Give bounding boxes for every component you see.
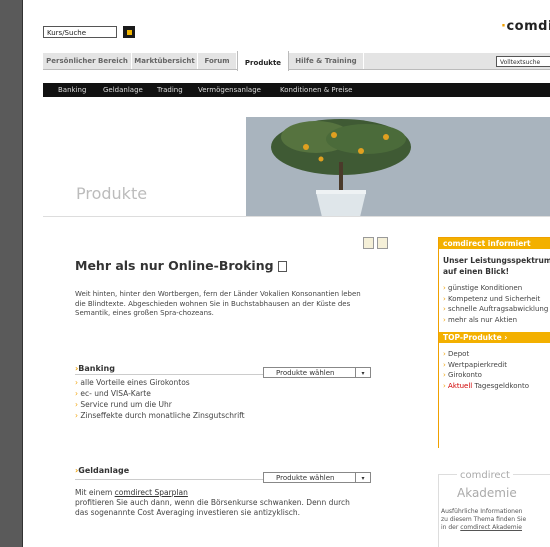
list-item: Service rund um die Uhr bbox=[75, 399, 245, 410]
banner-plant-image bbox=[246, 117, 550, 217]
top-products-header[interactable]: TOP-Produkte › bbox=[439, 332, 550, 343]
section-title-geldanlage: ›Geldanlage bbox=[75, 466, 130, 475]
sub-navigation: Banking Geldanlage Trading Vermögensanla… bbox=[43, 83, 550, 97]
header: Kurs/Suche ·comdirect bbox=[23, 4, 550, 46]
subnav-trading[interactable]: Trading bbox=[157, 83, 183, 97]
chevron-down-icon: ▾ bbox=[355, 368, 370, 377]
akademie-link[interactable]: comdirect Akademie bbox=[460, 524, 522, 531]
list-item[interactable]: Girokonto bbox=[443, 370, 550, 381]
sparplan-link[interactable]: comdirect Sparplan bbox=[115, 488, 188, 497]
search-go-icon[interactable] bbox=[123, 26, 135, 38]
geldanlage-product-select[interactable]: Produkte wählen ▾ bbox=[263, 472, 371, 483]
page-title: Produkte bbox=[76, 184, 148, 203]
list-item[interactable]: Wertpapierkredit bbox=[443, 360, 550, 371]
page-icon[interactable] bbox=[277, 261, 287, 272]
subnav-vermoegensanlage[interactable]: Vermögensanlage bbox=[198, 83, 261, 97]
list-item[interactable]: günstige Konditionen bbox=[443, 283, 550, 294]
list-item[interactable]: Aktuell Tagesgeldkonto bbox=[443, 381, 550, 392]
subnav-banking[interactable]: Banking bbox=[58, 83, 86, 97]
list-item[interactable]: Kompetenz und Sicherheit bbox=[443, 294, 550, 305]
page: Kurs/Suche ·comdirect Persönlicher Berei… bbox=[22, 0, 550, 547]
print-icon[interactable] bbox=[363, 237, 374, 249]
list-item[interactable]: Depot bbox=[443, 349, 550, 360]
tab-marktuebersicht[interactable]: Marktübersicht bbox=[132, 53, 198, 69]
subnav-geldanlage[interactable]: Geldanlage bbox=[103, 83, 143, 97]
subnav-konditionen-preise[interactable]: Konditionen & Preise bbox=[280, 83, 352, 97]
quote-search-input[interactable]: Kurs/Suche bbox=[43, 26, 117, 38]
divider bbox=[43, 216, 550, 217]
banking-product-select[interactable]: Produkte wählen ▾ bbox=[263, 367, 371, 378]
fulltext-search-input[interactable]: Volltextsuche bbox=[496, 56, 550, 67]
info-box: comdirect informiert Unser Leistungsspek… bbox=[438, 237, 550, 448]
tab-hilfe-training[interactable]: Hilfe & Training bbox=[289, 53, 364, 69]
article-headline: Mehr als nur Online-Broking bbox=[75, 258, 287, 273]
info-box-header: comdirect informiert bbox=[439, 238, 550, 249]
article-intro: Weit hinten, hinter den Wortbergen, fern… bbox=[75, 290, 361, 317]
akademie-box: comdirect Akademie Ausführliche Informat… bbox=[438, 470, 550, 547]
comdirect-logo[interactable]: ·comdirect bbox=[501, 19, 550, 34]
akademie-text: Ausführliche Informationen zu diesem The… bbox=[441, 508, 527, 531]
geldanlage-text: Mit einem comdirect Sparplan profitieren… bbox=[75, 488, 350, 517]
list-item[interactable]: mehr als nur Aktien bbox=[443, 315, 550, 326]
main-tabs: Persönlicher Bereich Marktübersicht Foru… bbox=[43, 51, 550, 71]
tab-forum[interactable]: Forum bbox=[198, 53, 237, 69]
akademie-brand: comdirect bbox=[457, 470, 513, 481]
save-icon[interactable] bbox=[377, 237, 388, 249]
top-products-list: Depot Wertpapierkredit Girokonto Aktuell… bbox=[439, 343, 550, 391]
tab-produkte[interactable]: Produkte bbox=[237, 51, 289, 71]
info-box-list: günstige Konditionen Kompetenz und Siche… bbox=[439, 277, 550, 325]
list-item[interactable]: schnelle Auftragsabwicklung bbox=[443, 304, 550, 315]
list-item: ec- und VISA-Karte bbox=[75, 388, 245, 399]
tab-persoenlicher-bereich[interactable]: Persönlicher Bereich bbox=[43, 53, 132, 69]
akademie-title: Akademie bbox=[457, 486, 517, 500]
info-box-heading: Unser Leistungsspektrum auf einen Blick! bbox=[443, 256, 550, 276]
chevron-down-icon: ▾ bbox=[355, 473, 370, 482]
banking-feature-list: alle Vorteile eines Girokontos ec- und V… bbox=[75, 377, 245, 421]
list-item: alle Vorteile eines Girokontos bbox=[75, 377, 245, 388]
list-item: Zinseffekte durch monatliche Zinsgutschr… bbox=[75, 410, 244, 421]
page-tools bbox=[363, 237, 391, 251]
section-title-banking: ›Banking bbox=[75, 364, 115, 373]
